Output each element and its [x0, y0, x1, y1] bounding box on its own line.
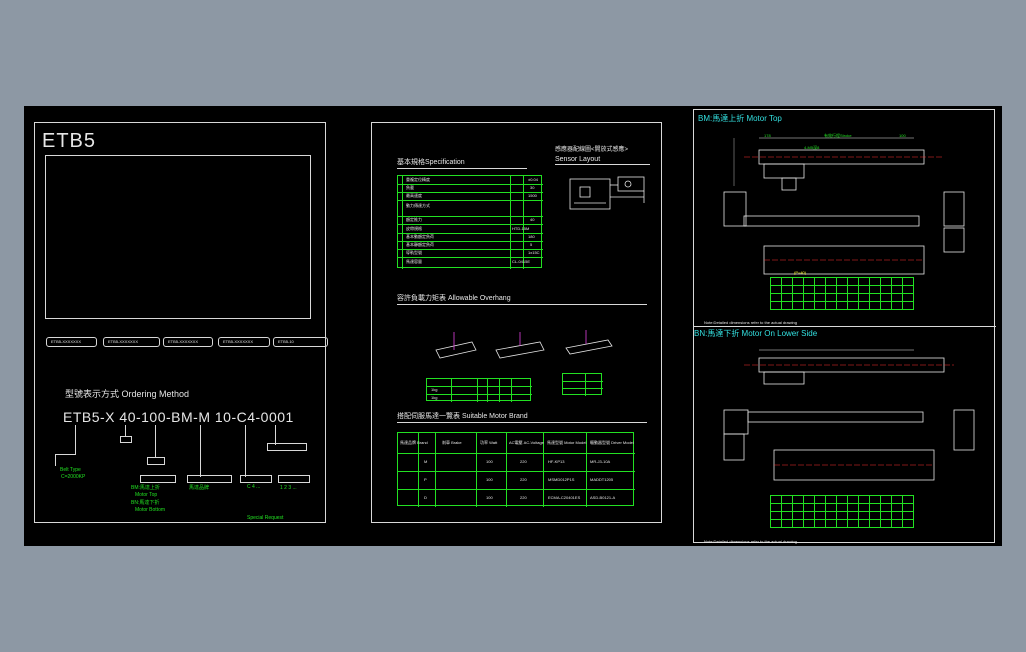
motor-table: 馬達品牌 Brand 刹車 Brake 功率 Watt AC電壓 AC-Volt…	[397, 432, 635, 507]
top-heading: BM:馬達上折 Motor Top	[698, 114, 782, 123]
ordering-heading: 型號表示方式 Ordering Method	[65, 389, 190, 399]
overhang-table: 1kg 1kg	[426, 378, 532, 402]
middle-sheet: 基本規格Specification 重複定位精度 ±0.04 負載 30 最高速…	[371, 122, 662, 523]
left-sheet: ETB5 ETB5-XXXXXXX ETB5-XXXXXXX ETB5-XXXX…	[34, 122, 328, 523]
top-dim-table	[770, 277, 914, 310]
bottom-drawing	[723, 349, 975, 481]
cad-canvas[interactable]: ETB5 ETB5-XXXXXXX ETB5-XXXXXXX ETB5-XXXX…	[24, 106, 1002, 546]
ordering-code: ETB5-X 40-100-BM-M 10-C4-0001	[63, 409, 294, 425]
pill-5: ETB5-10	[273, 337, 328, 347]
right-sheet: BM:馬達上折 Motor Top BN:馬達下折 Motor On Lower…	[693, 109, 996, 544]
overhang-table-2	[562, 373, 603, 396]
sheet-title: ETB5	[42, 130, 97, 152]
sensor-heading: 感應器配線圖<開放式感應>	[555, 147, 629, 153]
overhang-drawings	[435, 330, 613, 359]
label-type: Belt Type	[60, 467, 81, 473]
overhang-heading: 容許負載力矩表 Allowable Overhang	[397, 295, 511, 302]
pill-4: ETB5-XXXXXXX	[218, 337, 270, 347]
spec-table: 重複定位精度 ±0.04 負載 30 最高速度 1500 動力傳達方式 額定推力…	[397, 175, 543, 269]
drawing-frame	[45, 155, 311, 319]
pill-2: ETB5-XXXXXXX	[103, 337, 160, 347]
spec-heading: 基本規格Specification	[397, 159, 465, 166]
bottom-dim-table	[770, 495, 914, 528]
pill-3: ETB5-XXXXXXX	[163, 337, 213, 347]
motor-heading: 搭配伺服馬達一覽表 Suitable Motor Brand	[397, 413, 528, 420]
pill-1: ETB5-XXXXXXX	[46, 337, 97, 347]
bottom-heading: BN:馬達下折 Motor On Lower Side	[694, 329, 818, 338]
sensor-diagram	[569, 176, 645, 210]
